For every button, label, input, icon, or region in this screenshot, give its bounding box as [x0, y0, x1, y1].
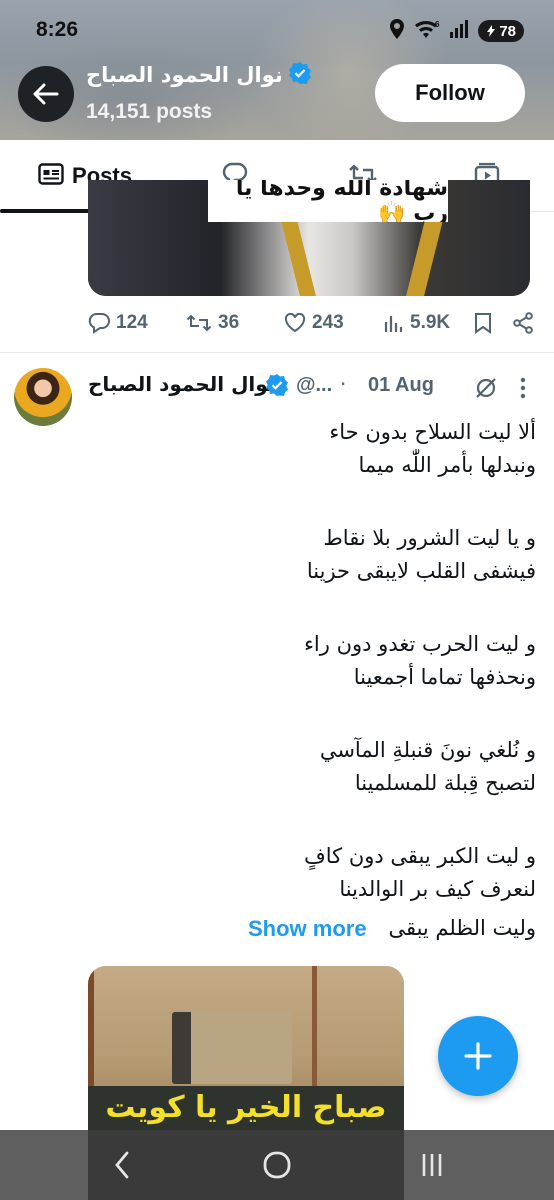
show-more-link[interactable]: Show more	[248, 916, 367, 942]
media-detail	[88, 966, 94, 1096]
reply-icon	[88, 313, 110, 334]
tweet-media-caption: صباح الخير يا كويت	[105, 1090, 387, 1125]
previous-media-caption: شهادة الله وحدها يا رب 🙌	[208, 180, 448, 222]
tweet-last-line-row: Show more وليت الظلم يبقى	[248, 916, 536, 948]
back-nav-button[interactable]	[102, 1148, 142, 1182]
repost-icon	[186, 314, 212, 332]
poem-line: و ليت الحرب تغدو دون راء	[304, 632, 536, 656]
home-nav-icon	[263, 1151, 291, 1179]
views-button[interactable]: 5.9K	[384, 312, 450, 334]
wifi-icon: 6	[414, 19, 440, 43]
recents-nav-icon	[422, 1154, 442, 1176]
tweet-date[interactable]: 01 Aug	[368, 374, 434, 397]
location-icon	[390, 19, 405, 43]
compose-button[interactable]	[438, 1016, 518, 1096]
separator-dot: ·	[340, 372, 347, 396]
bookmark-icon	[475, 313, 491, 334]
share-icon	[513, 312, 533, 334]
bookmark-button[interactable]	[474, 312, 492, 334]
poem-stanza: و نُلغي نونَ قنبلةِ المآسي لتصبح قِبلة ل…	[88, 734, 536, 800]
avatar[interactable]	[14, 368, 72, 426]
more-options-icon[interactable]	[516, 376, 530, 404]
previous-tweet-actions: 124 36 243 5.9K	[88, 308, 534, 342]
poem-line: لتصبح قِبلة للمسلمينا	[354, 771, 536, 795]
reply-count: 124	[116, 312, 148, 333]
poem-line: ألا ليت السلاح بدون حاء	[329, 420, 536, 444]
post-count: 14,151 posts	[86, 100, 213, 123]
poem-line: وليت الظلم يبقى	[388, 916, 536, 940]
share-button[interactable]	[512, 312, 534, 334]
verified-badge-icon	[288, 62, 311, 88]
follow-button[interactable]: Follow	[375, 64, 525, 122]
poem-line: فيشفى القلب لايبقى حزينا	[306, 559, 536, 583]
profile-header: 8:26 6 78 نوال الحمود الصباح 14,151 post…	[0, 0, 554, 140]
previous-tweet-media[interactable]: شهادة الله وحدها يا رب 🙌	[88, 180, 530, 296]
poem-stanza: و ليت الحرب تغدو دون راء ونحذفها تماما أ…	[88, 628, 536, 694]
signal-icon	[450, 20, 469, 42]
profile-name: نوال الحمود الصباح	[86, 63, 283, 87]
status-time: 8:26	[36, 18, 79, 41]
grok-icon[interactable]	[474, 376, 498, 404]
tweet-divider	[0, 352, 554, 353]
system-navigation-bar	[0, 1130, 554, 1200]
poem-line: لنعرف كيف بر الوالدينا	[339, 877, 536, 901]
posts-icon	[38, 163, 64, 189]
tweet-header: نوال الحمود الصباح @... · 01 Aug	[88, 372, 534, 404]
plus-icon	[464, 1042, 492, 1070]
back-nav-icon	[115, 1151, 129, 1179]
tweet-text: ألا ليت السلاح بدون حاء ونبدلها بأمر الل…	[88, 416, 536, 946]
tweet-handle[interactable]: @...	[296, 374, 332, 397]
reply-button[interactable]: 124	[88, 312, 148, 334]
verified-badge-icon	[266, 374, 288, 400]
poem-line: و ليت الكبر يبقى دون كافٍ	[303, 844, 536, 868]
repost-button[interactable]: 36	[186, 312, 239, 334]
like-button[interactable]: 243	[284, 312, 344, 334]
profile-name-row: نوال الحمود الصباح	[86, 62, 311, 88]
views-icon	[384, 316, 403, 332]
battery-level: 78	[499, 22, 516, 40]
like-count: 243	[312, 312, 344, 333]
back-button[interactable]	[18, 66, 74, 122]
tweet-author-name[interactable]: نوال الحمود الصباح	[88, 372, 275, 396]
arrow-left-icon	[33, 83, 59, 105]
heart-icon	[284, 313, 306, 333]
views-count: 5.9K	[410, 312, 451, 333]
status-icons: 6 78	[390, 19, 524, 43]
recents-nav-button[interactable]	[412, 1148, 452, 1182]
poem-line: ونبدلها بأمر اللّٰه ميما	[358, 453, 537, 477]
home-nav-button[interactable]	[257, 1148, 297, 1182]
poem-stanza: و ليت الكبر يبقى دون كافٍ لنعرف كيف بر ا…	[88, 840, 536, 906]
status-bar: 8:26 6 78	[0, 0, 554, 62]
repost-count: 36	[218, 312, 240, 333]
poem-line: و يا ليت الشرور بلا نقاط	[323, 526, 536, 550]
battery-icon: 78	[478, 20, 524, 42]
media-detail	[312, 966, 317, 1096]
poem-stanza: ألا ليت السلاح بدون حاء ونبدلها بأمر الل…	[88, 416, 536, 482]
poem-line: ونحذفها تماما أجمعينا	[353, 665, 536, 689]
poem-line: و نُلغي نونَ قنبلةِ المآسي	[319, 738, 536, 762]
poem-stanza: و يا ليت الشرور بلا نقاط فيشفى القلب لاي…	[88, 522, 536, 588]
media-detail	[172, 1012, 292, 1084]
svg-text:6: 6	[435, 20, 440, 29]
